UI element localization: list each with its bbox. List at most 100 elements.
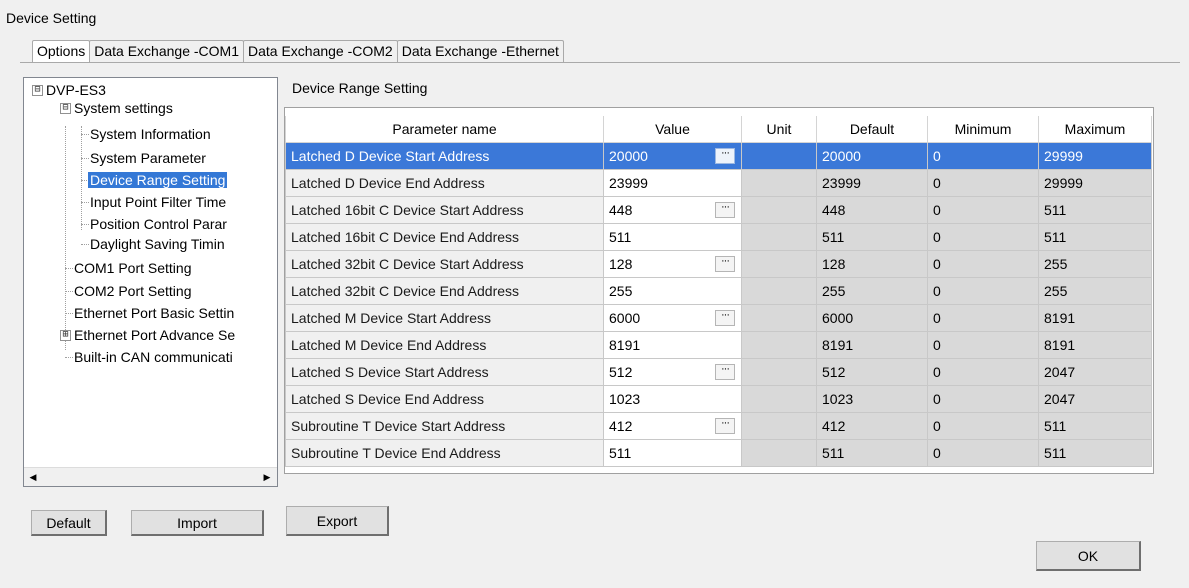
unit-cell — [741, 142, 817, 170]
unit-cell — [741, 304, 817, 332]
value-cell[interactable]: 448 ··· — [603, 196, 742, 224]
tree-item-ethernet-port-basic-setting[interactable]: Ethernet Port Basic Settin — [72, 302, 236, 324]
table-row[interactable]: Latched S Device Start Address 512 ··· 512 0… — [285, 358, 1152, 386]
ellipsis-button[interactable]: ··· — [715, 202, 735, 218]
value-cell[interactable]: 255 — [603, 277, 742, 305]
value-cell[interactable]: 128 ··· — [603, 250, 742, 278]
default-cell: 511 — [816, 223, 928, 251]
ellipsis-button[interactable]: ··· — [715, 148, 735, 164]
tree-item-device-range-setting[interactable]: Device Range Setting — [88, 169, 228, 191]
table-row[interactable]: Latched M Device End Address 8191 8191 0 819… — [285, 331, 1152, 359]
table-row[interactable]: Latched 32bit C Device End Address 255 255… — [285, 277, 1152, 305]
default-cell: 412 — [816, 412, 928, 440]
collapse-icon[interactable]: ⊟ — [32, 85, 43, 96]
tree-item-system-settings[interactable]: System settings — [72, 97, 175, 119]
ellipsis-button[interactable]: ··· — [715, 364, 735, 380]
tree-item-input-point-filter-time[interactable]: Input Point Filter Time — [88, 191, 228, 213]
default-cell: 20000 — [816, 142, 928, 170]
tab-data-exchange-com1[interactable]: Data Exchange -COM1 — [89, 40, 244, 62]
unit-cell — [741, 412, 817, 440]
scroll-left-icon[interactable]: ◀ — [24, 468, 42, 486]
minimum-cell: 0 — [927, 304, 1039, 332]
value-cell[interactable]: 512 ··· — [603, 358, 742, 386]
column-header-minimum[interactable]: Minimum — [927, 116, 1039, 143]
parameter-name-cell: Latched 32bit C Device Start Address — [285, 250, 604, 278]
scroll-right-icon[interactable]: ▶ — [258, 468, 276, 486]
column-header-parameter-name[interactable]: Parameter name — [285, 116, 604, 143]
value-cell[interactable]: 20000 ··· — [603, 142, 742, 170]
table-row[interactable]: Subroutine T Device End Address 511 511 0 51… — [285, 439, 1152, 467]
maximum-cell: 511 — [1038, 439, 1152, 467]
parameter-name-cell: Latched 16bit C Device End Address — [285, 223, 604, 251]
table-row[interactable]: Latched M Device Start Address 6000 ··· 600… — [285, 304, 1152, 332]
tree-connector-line — [65, 126, 66, 350]
column-header-value[interactable]: Value — [603, 116, 742, 143]
maximum-cell: 29999 — [1038, 169, 1152, 197]
default-cell: 255 — [816, 277, 928, 305]
column-header-maximum[interactable]: Maximum — [1038, 116, 1152, 143]
table-header-row: Parameter name Value Unit Default Minimu… — [285, 116, 1152, 143]
tree-item-system-parameter[interactable]: System Parameter — [88, 147, 208, 169]
export-button[interactable]: Export — [286, 506, 389, 536]
ellipsis-button[interactable]: ··· — [715, 418, 735, 434]
collapse-icon[interactable]: ⊟ — [60, 103, 71, 114]
value-cell[interactable]: 1023 — [603, 385, 742, 413]
tab-strip: Options Data Exchange -COM1 Data Exchang… — [32, 40, 564, 62]
parameter-name-cell: Latched 16bit C Device Start Address — [285, 196, 604, 224]
value-cell[interactable]: 511 — [603, 223, 742, 251]
default-cell: 128 — [816, 250, 928, 278]
tree-horizontal-scrollbar[interactable]: ◀ ▶ — [24, 467, 277, 486]
settings-tree[interactable]: ⊟ DVP-ES3 ⊟ System settings System Infor… — [23, 77, 278, 487]
default-cell: 448 — [816, 196, 928, 224]
tree-item-built-in-can-communication[interactable]: Built-in CAN communicati — [72, 346, 235, 368]
tab-data-exchange-ethernet[interactable]: Data Exchange -Ethernet — [396, 40, 564, 62]
ellipsis-button[interactable]: ··· — [715, 310, 735, 326]
minimum-cell: 0 — [927, 412, 1039, 440]
tree-item-system-information[interactable]: System Information — [88, 123, 213, 145]
table-row[interactable]: Latched D Device End Address 23999 23999 0 2… — [285, 169, 1152, 197]
parameter-name-cell: Subroutine T Device Start Address — [285, 412, 604, 440]
expand-icon[interactable]: ⊞ — [60, 330, 71, 341]
tree-item-ethernet-port-advance-setting[interactable]: Ethernet Port Advance Se — [72, 324, 237, 346]
value-cell[interactable]: 8191 — [603, 331, 742, 359]
parameter-name-cell: Latched 32bit C Device End Address — [285, 277, 604, 305]
minimum-cell: 0 — [927, 439, 1039, 467]
value-cell[interactable]: 6000 ··· — [603, 304, 742, 332]
parameter-name-cell: Latched S Device Start Address — [285, 358, 604, 386]
value-cell[interactable]: 23999 — [603, 169, 742, 197]
tree-item-daylight-saving-timing[interactable]: Daylight Saving Timin — [88, 233, 227, 255]
parameter-name-cell: Latched S Device End Address — [285, 385, 604, 413]
tree-item-position-control-parameter[interactable]: Position Control Parar — [88, 213, 229, 235]
value-cell[interactable]: 412 ··· — [603, 412, 742, 440]
tab-options[interactable]: Options — [32, 40, 91, 62]
unit-cell — [741, 196, 817, 224]
value-cell[interactable]: 511 — [603, 439, 742, 467]
maximum-cell: 511 — [1038, 412, 1152, 440]
table-row[interactable]: Latched D Device Start Address 20000 ··· 20… — [285, 142, 1152, 170]
parameter-table: Parameter name Value Unit Default Minimu… — [285, 116, 1152, 467]
parameter-grid[interactable]: Parameter name Value Unit Default Minimu… — [284, 107, 1154, 474]
table-row[interactable]: Latched 32bit C Device Start Address 128 ·… — [285, 250, 1152, 278]
default-cell: 6000 — [816, 304, 928, 332]
tab-data-exchange-com2[interactable]: Data Exchange -COM2 — [242, 40, 398, 62]
maximum-cell: 511 — [1038, 223, 1152, 251]
maximum-cell: 255 — [1038, 250, 1152, 278]
table-row[interactable]: Latched 16bit C Device End Address 511 511… — [285, 223, 1152, 251]
table-row[interactable]: Latched S Device End Address 1023 1023 0 204… — [285, 385, 1152, 413]
unit-cell — [741, 439, 817, 467]
minimum-cell: 0 — [927, 142, 1039, 170]
import-button[interactable]: Import — [131, 510, 264, 536]
unit-cell — [741, 331, 817, 359]
ellipsis-button[interactable]: ··· — [715, 256, 735, 272]
column-header-default[interactable]: Default — [816, 116, 928, 143]
table-row[interactable]: Latched 16bit C Device Start Address 448 ·… — [285, 196, 1152, 224]
table-row[interactable]: Subroutine T Device Start Address 412 ··· 4… — [285, 412, 1152, 440]
parameter-name-cell: Latched D Device End Address — [285, 169, 604, 197]
default-button[interactable]: Default — [31, 510, 107, 536]
tree-item-com1-port-setting[interactable]: COM1 Port Setting — [72, 257, 194, 279]
minimum-cell: 0 — [927, 223, 1039, 251]
column-header-unit[interactable]: Unit — [741, 116, 817, 143]
parameter-name-cell: Latched M Device End Address — [285, 331, 604, 359]
tree-item-com2-port-setting[interactable]: COM2 Port Setting — [72, 280, 194, 302]
ok-button[interactable]: OK — [1036, 541, 1141, 571]
